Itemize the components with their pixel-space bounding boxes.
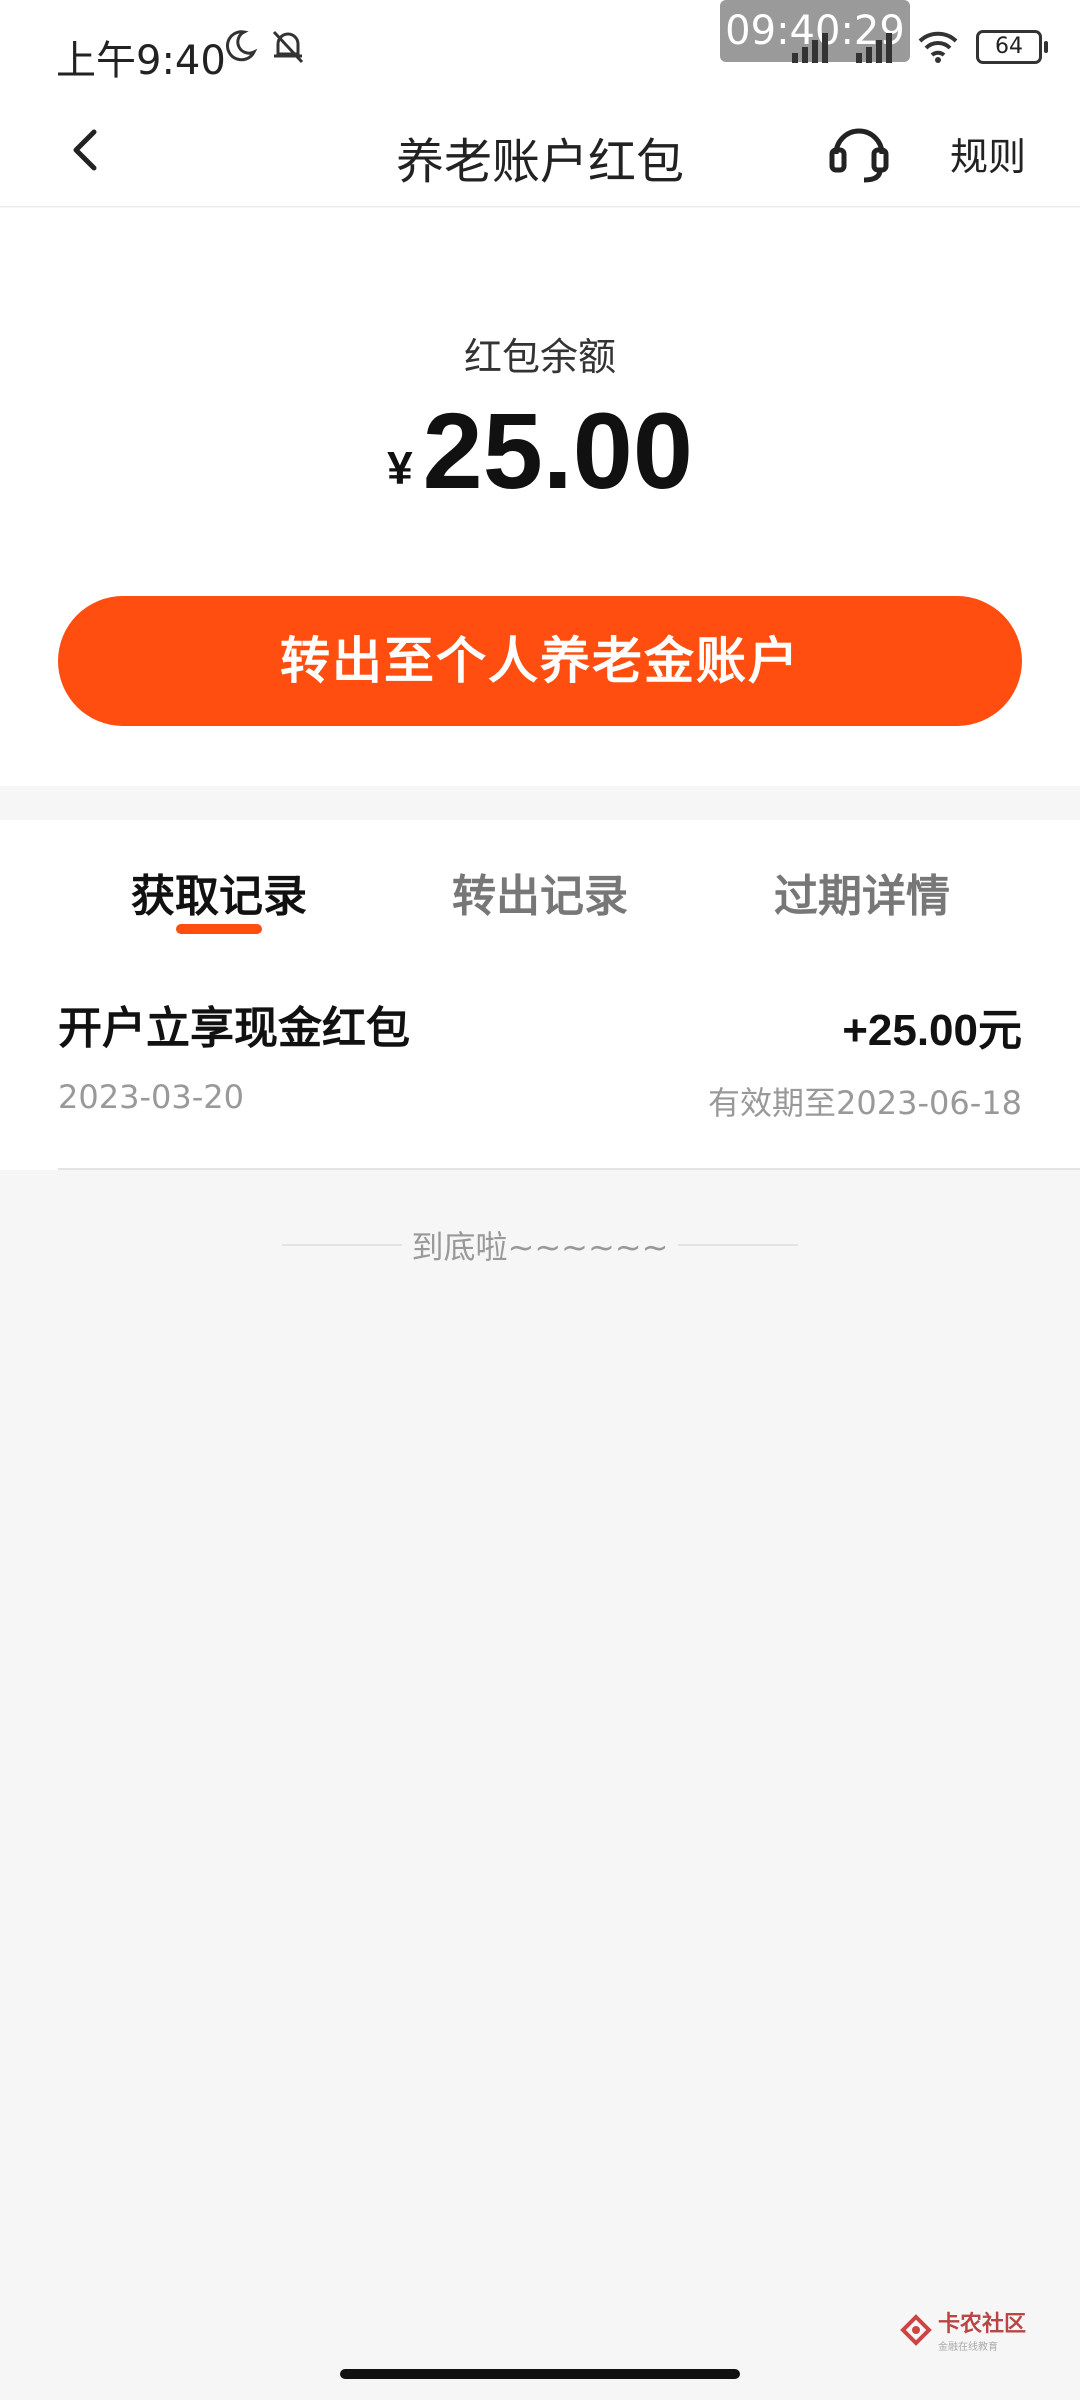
- record-title: 开户立享现金红包: [58, 1003, 410, 1054]
- end-line-right: [678, 1244, 798, 1246]
- signal-icon-2: [856, 33, 892, 63]
- watermark-main: 卡农社区: [938, 2312, 1027, 2337]
- watermark: 卡农社区 金融在线教育: [900, 2306, 1026, 2353]
- nav-bar: 养老账户红包 规则: [0, 100, 1080, 207]
- currency-symbol: ¥: [387, 442, 413, 494]
- page-title: 养老账户红包: [395, 134, 684, 190]
- records-section: 获取记录 转出记录 过期详情 开户立享现金红包 +25.00元 2023-03-…: [0, 820, 1080, 1170]
- active-tab-indicator: [176, 924, 262, 934]
- balance-card: 红包余额 ¥25.00 转出至个人养老金账户: [0, 208, 1080, 786]
- rules-link[interactable]: 规则: [950, 126, 1026, 181]
- record-expiry: 有效期至2023-06-18: [708, 1084, 1022, 1122]
- balance-label: 红包余额: [463, 335, 616, 379]
- tab-expiry-details[interactable]: 过期详情: [752, 860, 972, 924]
- record-amount: +25.00元: [842, 1006, 1022, 1055]
- tab-obtain-records[interactable]: 获取记录: [109, 860, 329, 924]
- status-icons: [222, 28, 308, 64]
- system-indicators: 64: [790, 30, 1048, 64]
- customer-service-headset-icon[interactable]: [826, 118, 892, 184]
- status-time: 上午9:40: [56, 38, 226, 84]
- transfer-to-pension-account-button[interactable]: 转出至个人养老金账户: [58, 596, 1022, 726]
- end-of-list-text: 到底啦~~~~~~: [411, 1228, 669, 1266]
- watermark-logo-icon: [900, 2313, 932, 2346]
- mute-bell-icon: [272, 30, 304, 64]
- wifi-icon: [918, 31, 958, 63]
- watermark-sub: 金融在线教育: [938, 2342, 998, 2353]
- record-date: 2023-03-20: [58, 1078, 244, 1116]
- battery-indicator: 64: [976, 30, 1048, 64]
- tab-transfer-records[interactable]: 转出记录: [430, 860, 650, 924]
- balance-amount: ¥25.00: [0, 388, 1080, 513]
- status-bar: 上午9:40 09:40:29 64: [0, 0, 1080, 100]
- watermark-text: 卡农社区 金融在线教育: [938, 2306, 1026, 2353]
- amount-value: 25.00: [422, 390, 693, 511]
- screen: 上午9:40 09:40:29 64 养老账户红包 规则 红包余额 ¥25.00…: [0, 0, 1080, 2400]
- moon-icon: [225, 30, 258, 62]
- divider: [58, 1168, 1080, 1170]
- signal-icon: [792, 33, 828, 63]
- home-indicator[interactable]: [340, 2369, 740, 2379]
